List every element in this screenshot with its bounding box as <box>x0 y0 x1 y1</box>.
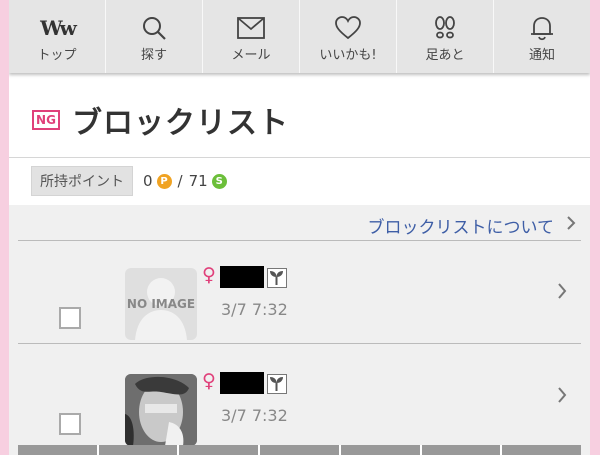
heart-icon <box>335 14 361 42</box>
nav-item-search[interactable]: 探す <box>106 0 203 73</box>
block-time: 3/7 7:32 <box>221 300 288 319</box>
chevron-right-icon <box>557 281 567 305</box>
list-item[interactable]: ♀ 3/7 7:32 <box>18 345 581 448</box>
avatar <box>125 374 197 446</box>
female-icon: ♀ <box>202 264 216 286</box>
list-divider <box>18 343 581 344</box>
bell-icon <box>530 14 554 42</box>
toolbar-segment[interactable] <box>18 445 97 455</box>
ww-logo-icon: Ww <box>40 16 77 40</box>
top-nav: Ww トップ 探す メール いいかも! 足あと 通知 <box>9 0 590 73</box>
nav-label-like: いいかも! <box>319 48 377 63</box>
toolbar-segment[interactable] <box>340 445 420 455</box>
bottom-toolbar <box>18 445 582 455</box>
toolbar-segment[interactable] <box>98 445 178 455</box>
avatar: NO IMAGE <box>125 268 197 340</box>
page-title: ブロックリスト <box>72 106 289 141</box>
sprout-icon <box>267 268 287 288</box>
footprint-icon <box>432 14 458 42</box>
nav-item-footprint[interactable]: 足あと <box>397 0 494 73</box>
nav-label-notify: 通知 <box>528 48 555 63</box>
p-points-value: 0 <box>143 172 153 190</box>
about-blocklist-label: ブロックリストについて <box>367 218 555 238</box>
redacted-username <box>220 266 264 288</box>
page-header: NG ブロックリスト <box>9 84 590 156</box>
p-coin-icon: P <box>156 173 172 189</box>
select-checkbox[interactable] <box>59 413 81 435</box>
female-icon: ♀ <box>202 370 216 392</box>
mail-icon <box>237 14 265 42</box>
block-time: 3/7 7:32 <box>221 406 288 425</box>
points-separator: / <box>177 172 183 190</box>
points-label: 所持ポイント <box>31 166 133 196</box>
nav-label-top: トップ <box>37 48 77 63</box>
toolbar-segment[interactable] <box>421 445 501 455</box>
redacted-username <box>220 372 264 394</box>
list-item[interactable]: NO IMAGE ♀ 3/7 7:32 <box>18 241 581 344</box>
nav-item-notify[interactable]: 通知 <box>494 0 590 73</box>
nav-label-mail: メール <box>231 48 271 63</box>
search-icon <box>141 14 167 42</box>
nav-item-like[interactable]: いいかも! <box>300 0 397 73</box>
no-image-label: NO IMAGE <box>126 297 196 311</box>
s-points-value: 71 <box>188 172 208 190</box>
points-row: 所持ポイント 0 P / 71 S <box>9 158 590 204</box>
about-blocklist-link[interactable]: ブロックリストについて <box>368 213 577 238</box>
toolbar-segment[interactable] <box>260 445 339 455</box>
app-frame: Ww トップ 探す メール いいかも! 足あと 通知 NG ブロックリスト 所持… <box>9 0 590 455</box>
toolbar-segment[interactable] <box>502 445 582 455</box>
chevron-right-icon <box>566 215 576 236</box>
chevron-right-icon <box>557 385 567 409</box>
nav-item-mail[interactable]: メール <box>203 0 300 73</box>
s-coin-icon: S <box>211 173 227 189</box>
nav-label-footprint: 足あと <box>425 48 465 63</box>
select-checkbox[interactable] <box>59 307 81 329</box>
ng-badge-icon: NG <box>32 110 60 130</box>
nav-label-search: 探す <box>140 48 167 63</box>
sprout-icon <box>267 374 287 394</box>
nav-item-top[interactable]: Ww トップ <box>9 0 106 73</box>
toolbar-segment[interactable] <box>179 445 259 455</box>
